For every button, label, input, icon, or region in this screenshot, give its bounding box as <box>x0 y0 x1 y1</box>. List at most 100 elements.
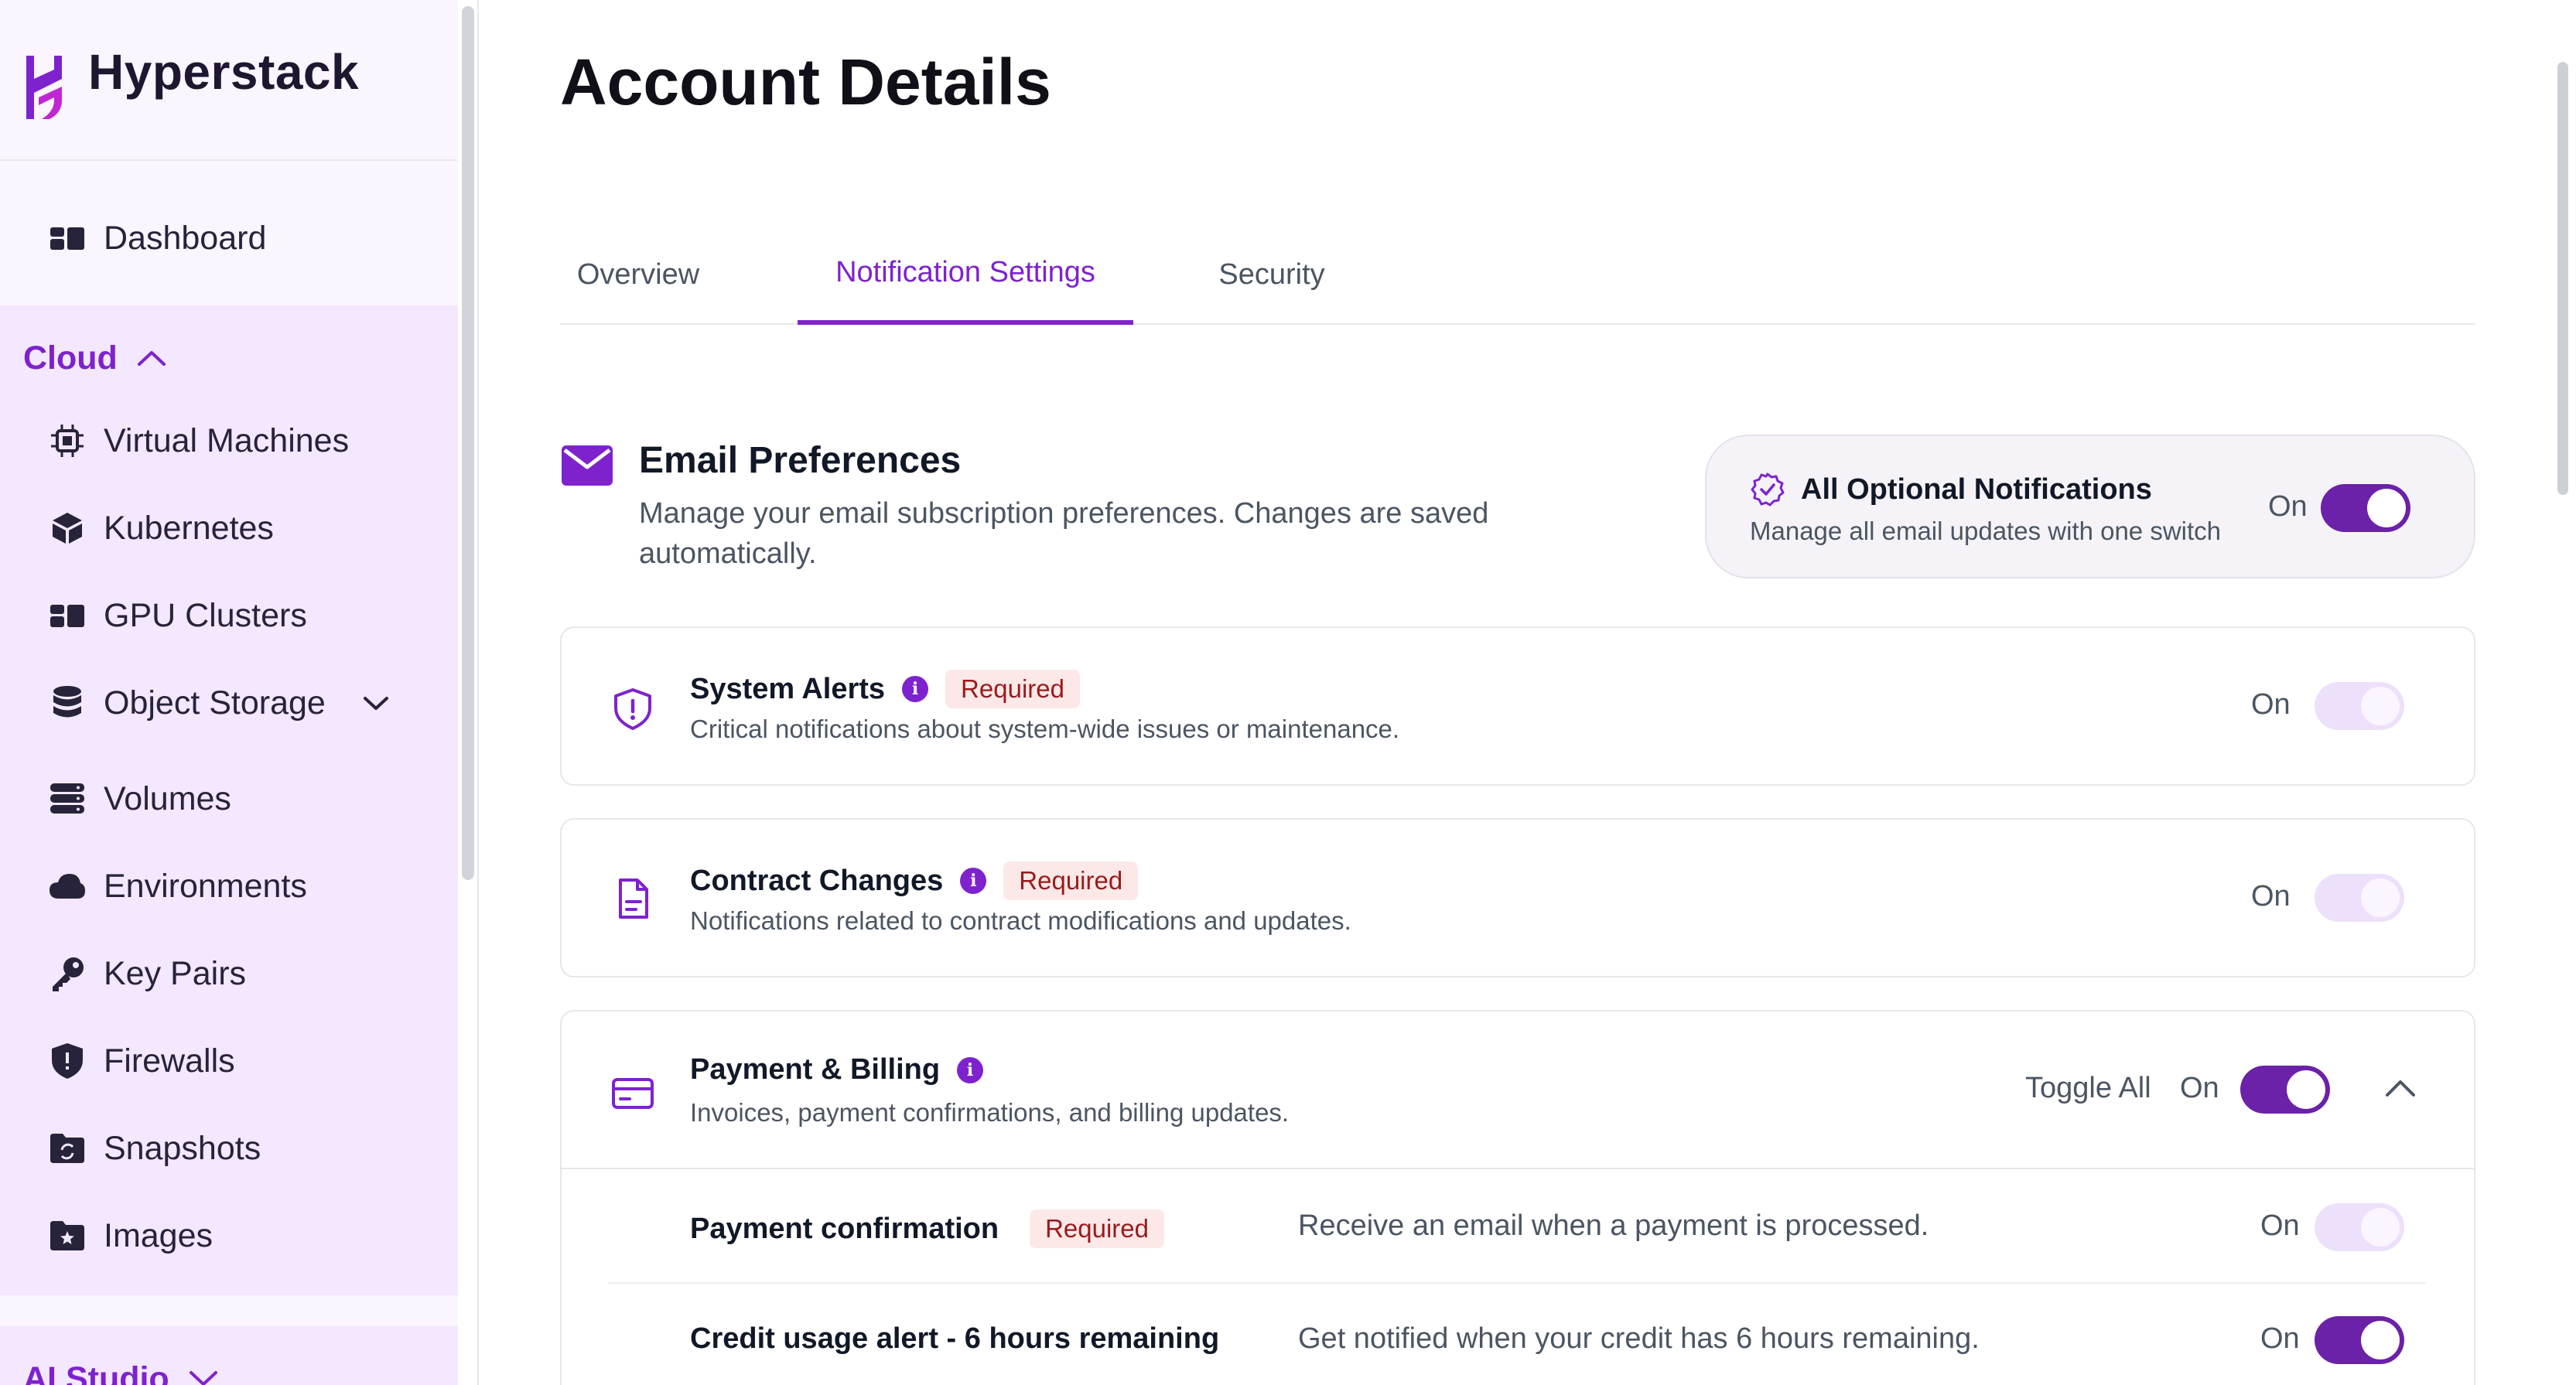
required-badge: Required <box>945 670 1080 708</box>
tab-security[interactable]: Security <box>1179 224 1365 325</box>
cloud-group-toggle[interactable]: Cloud <box>23 327 167 389</box>
group-label: Cloud <box>23 339 118 377</box>
page-title: Account Details <box>560 46 1051 118</box>
cpu-chip-icon <box>50 423 85 459</box>
dashboard-section: Dashboard <box>0 162 458 305</box>
chevron-down-icon[interactable] <box>362 695 390 712</box>
ai-studio-group: AI Studio <box>0 1326 458 1385</box>
sidebar-item-label: Images <box>104 1216 214 1254</box>
toggle-all-label: Toggle All <box>2025 1072 2151 1104</box>
folder-sync-icon <box>50 1131 85 1166</box>
credit-usage-alert-state: On <box>2260 1322 2300 1355</box>
group-label: AI Studio <box>23 1359 169 1385</box>
credit-usage-alert-description: Get notified when your credit has 6 hour… <box>1298 1322 1980 1355</box>
row-divider <box>608 1282 2426 1284</box>
payment-billing-title: Payment & Billing <box>690 1053 941 1086</box>
contract-changes-card: Contract Changes i Required Notification… <box>560 818 2475 977</box>
contract-changes-title: Contract Changes <box>690 864 944 897</box>
grid-icon <box>50 598 85 633</box>
required-badge: Required <box>1003 861 1139 900</box>
sidebar-item-label: Key Pairs <box>104 954 247 992</box>
payment-confirmation-state: On <box>2260 1209 2300 1242</box>
mail-icon <box>562 445 613 486</box>
optional-notifications-state: On <box>2268 490 2308 523</box>
contract-changes-title-row: Contract Changes i Required <box>690 861 1139 900</box>
all-optional-notifications-card: All Optional Notifications Manage all em… <box>1705 435 2475 578</box>
email-preferences-title: Email Preferences <box>639 440 962 481</box>
sidebar-item-object-storage[interactable]: Object Storage <box>0 666 458 740</box>
tab-overview[interactable]: Overview <box>577 224 699 325</box>
info-icon[interactable]: i <box>957 1056 984 1083</box>
sidebar-item-label: GPU Clusters <box>104 596 307 634</box>
credit-usage-alert-title: Credit usage alert - 6 hours remaining <box>690 1322 1220 1355</box>
system-alerts-state: On <box>2251 688 2291 721</box>
sidebar-item-environments[interactable]: Environments <box>0 849 458 923</box>
shield-icon <box>50 1043 85 1079</box>
payment-confirmation-description: Receive an email when a payment is proce… <box>1298 1209 1929 1242</box>
server-stack-icon <box>50 781 85 817</box>
shield-alert-icon <box>614 688 651 730</box>
main-scrollbar[interactable] <box>2557 62 2568 495</box>
payment-billing-title-row: Payment & Billing i <box>690 1053 984 1087</box>
payment-confirmation-title-row: Payment confirmation Required <box>690 1209 1164 1248</box>
tab-bar: Overview Notification Settings Security <box>560 224 2475 325</box>
sidebar-item-dashboard[interactable]: Dashboard <box>0 201 458 275</box>
sidebar-item-label: Snapshots <box>104 1129 261 1167</box>
email-preferences-description: Manage your email subscription preferenc… <box>639 497 1489 570</box>
sidebar-item-volumes[interactable]: Volumes <box>0 762 458 836</box>
sidebar-item-label: Volumes <box>104 779 231 817</box>
sidebar-item-label: Environments <box>104 867 307 905</box>
sidebar-item-virtual-machines[interactable]: Virtual Machines <box>0 404 458 478</box>
cloud-group: Cloud Virtual Machines Kubernetes GPU Cl… <box>0 305 458 1295</box>
sidebar-item-kubernetes[interactable]: Kubernetes <box>0 491 458 565</box>
sidebar-item-snapshots[interactable]: Snapshots <box>0 1111 458 1185</box>
sidebar-item-firewalls[interactable]: Firewalls <box>0 1024 458 1098</box>
database-icon <box>50 685 85 721</box>
system-alerts-toggle[interactable] <box>2315 682 2404 730</box>
sidebar-item-label: Dashboard <box>104 219 267 257</box>
sidebar-item-key-pairs[interactable]: Key Pairs <box>0 936 458 1011</box>
sidebar-item-label: Firewalls <box>104 1042 235 1080</box>
payment-billing-card: Payment & Billing i Invoices, payment co… <box>560 1010 2475 1385</box>
brand-name[interactable]: Hyperstack <box>88 43 359 101</box>
folder-star-icon <box>50 1218 85 1254</box>
cloud-icon <box>50 868 85 904</box>
chevron-down-icon <box>189 1371 217 1385</box>
sidebar-divider <box>477 0 479 1385</box>
contract-changes-state: On <box>2251 880 2291 913</box>
info-icon[interactable]: i <box>960 868 987 894</box>
payment-billing-toggle-all[interactable] <box>2240 1066 2330 1114</box>
dashboard-icon <box>50 220 85 256</box>
payment-confirmation-title: Payment confirmation <box>690 1212 999 1245</box>
section-divider <box>562 1168 2474 1169</box>
optional-notifications-title: All Optional Notifications <box>1801 473 2152 506</box>
tab-notification-settings[interactable]: Notification Settings <box>798 224 1133 325</box>
ai-studio-group-toggle[interactable]: AI Studio <box>23 1348 219 1385</box>
document-icon <box>619 878 648 919</box>
sidebar-item-gpu-clusters[interactable]: GPU Clusters <box>0 578 458 653</box>
system-alerts-title: System Alerts <box>690 672 886 705</box>
chevron-up-icon <box>137 351 166 366</box>
all-optional-notifications-toggle[interactable] <box>2321 484 2410 532</box>
info-icon[interactable]: i <box>902 676 929 702</box>
sidebar-item-label: Kubernetes <box>104 509 274 547</box>
payment-billing-state: On <box>2180 1072 2219 1104</box>
payment-confirmation-toggle[interactable] <box>2315 1203 2404 1251</box>
cube-icon <box>50 510 85 546</box>
contract-changes-toggle[interactable] <box>2315 874 2404 922</box>
check-badge-icon <box>1751 472 1785 507</box>
brand-header: Hyperstack <box>0 0 458 161</box>
sidebar: Hyperstack Dashboard Cloud Virtual Machi… <box>0 0 458 1385</box>
credit-card-icon <box>612 1078 654 1109</box>
chevron-up-icon[interactable] <box>2384 1078 2417 1098</box>
credit-usage-alert-title-row: Credit usage alert - 6 hours remaining <box>690 1322 1219 1356</box>
credit-usage-alert-toggle[interactable] <box>2315 1316 2404 1364</box>
system-alerts-card: System Alerts i Required Critical notifi… <box>560 626 2475 786</box>
sidebar-item-label: Virtual Machines <box>104 421 350 459</box>
required-badge: Required <box>1030 1209 1164 1248</box>
sidebar-scrollbar[interactable] <box>462 6 474 880</box>
system-alerts-description: Critical notifications about system-wide… <box>690 715 1400 743</box>
key-icon <box>50 956 85 991</box>
payment-billing-description: Invoices, payment confirmations, and bil… <box>690 1098 1290 1127</box>
sidebar-item-images[interactable]: Images <box>0 1199 458 1273</box>
